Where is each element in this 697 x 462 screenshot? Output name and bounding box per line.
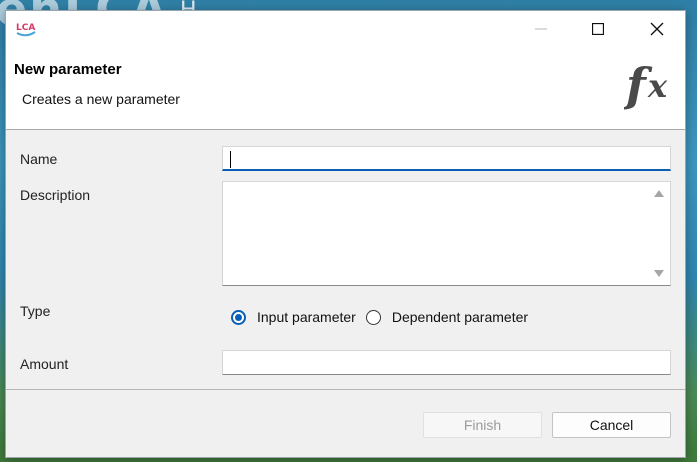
cancel-button[interactable]: Cancel [552, 412, 671, 438]
description-field[interactable] [222, 181, 671, 286]
maximize-button[interactable] [569, 11, 627, 47]
footer-divider [6, 389, 685, 390]
dialog-header: New parameter Creates a new parameter f … [6, 47, 685, 130]
new-parameter-dialog: LCA New parameter Creates a new paramete… [5, 10, 686, 458]
radio-input-parameter[interactable] [231, 309, 246, 325]
description-label: Description [20, 187, 91, 203]
page-title: New parameter [14, 61, 122, 78]
type-label: Type [20, 303, 51, 319]
maximize-icon [592, 23, 604, 35]
close-icon [650, 22, 664, 36]
amount-field[interactable] [222, 350, 671, 375]
radio-input-parameter-label[interactable]: Input parameter [257, 309, 356, 325]
svg-text:LCA: LCA [16, 23, 35, 33]
radio-dependent-parameter[interactable] [365, 309, 381, 325]
title-bar: LCA [6, 11, 685, 47]
finish-button[interactable]: Finish [423, 412, 542, 438]
minimize-button[interactable] [512, 11, 570, 47]
type-radio-group: Input parameter Dependent parameter [231, 309, 538, 325]
amount-label: Amount [20, 356, 69, 372]
page-subtitle: Creates a new parameter [22, 91, 180, 107]
name-field[interactable] [222, 146, 671, 171]
minimize-icon [535, 28, 547, 30]
fx-icon: f x [624, 58, 668, 112]
svg-text:x: x [647, 67, 668, 105]
name-label: Name [20, 151, 58, 167]
radio-dependent-parameter-label[interactable]: Dependent parameter [392, 309, 528, 325]
app-logo-icon: LCA [16, 23, 36, 37]
scroll-up-icon[interactable] [654, 190, 664, 197]
scroll-down-icon[interactable] [654, 270, 664, 277]
close-button[interactable] [628, 11, 685, 47]
text-caret [230, 151, 231, 168]
